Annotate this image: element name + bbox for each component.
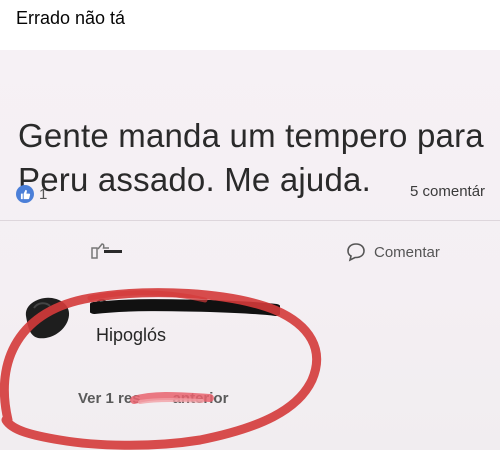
reply-redaction-scribble [130,392,214,404]
comment-count-link[interactable]: 5 comentár [410,183,485,200]
comment-button[interactable]: Comentar [346,240,440,264]
comment-text: Hipoglós [96,325,167,345]
meme-caption: Errado não tá [16,8,126,28]
divider [0,220,500,221]
reaction-summary[interactable]: 1 [16,183,47,205]
speech-bubble-icon [347,243,365,262]
like-outline-icon [91,243,122,259]
comment: Com Hipoglós [16,290,486,360]
avatar[interactable] [20,294,74,342]
post-text-line-1: Gente manda um tempero para [18,117,484,154]
like-button[interactable] [90,240,130,264]
name-redaction-scribble [90,299,280,316]
reaction-count: 1 [39,185,48,203]
comment-label: Comentar [374,243,440,261]
thumbs-up-icon [16,185,34,203]
